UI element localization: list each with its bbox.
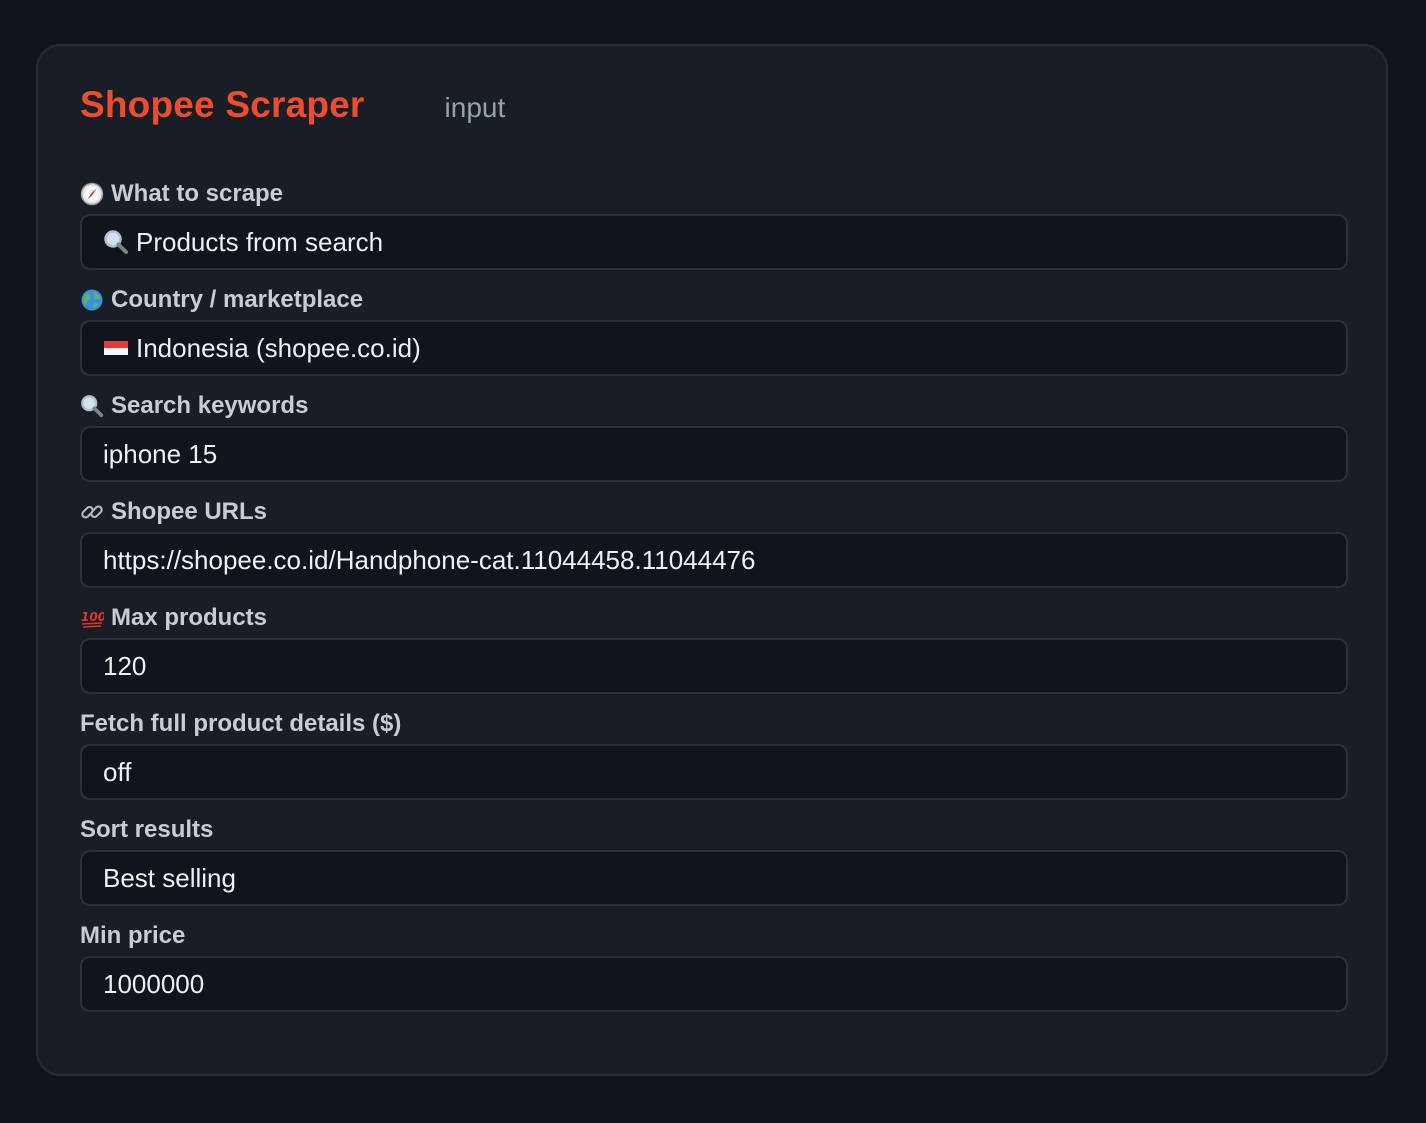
fetch-details-select[interactable]: off bbox=[80, 744, 1348, 800]
field-label: What to scrape bbox=[80, 178, 283, 210]
svg-text:100: 100 bbox=[81, 610, 104, 624]
field-label: 100 Max products bbox=[80, 602, 267, 634]
field-label-text: What to scrape bbox=[111, 180, 284, 207]
card-header: Shopee Scraper input bbox=[80, 84, 505, 126]
field-shopee-urls: Shopee URLs https://shopee.co.id/Handpho… bbox=[80, 494, 1348, 600]
field-label-text: Max products bbox=[111, 604, 268, 631]
field-label-text: Min price bbox=[80, 922, 186, 949]
magnifier-icon bbox=[103, 229, 129, 255]
field-label-text: Fetch full product details ($) bbox=[80, 710, 402, 737]
field-country: Country / marketplace Indonesia (shopee.… bbox=[80, 282, 1348, 388]
field-min-price: Min price 1000000 bbox=[80, 918, 1348, 1024]
field-search-keywords: Search keywords iphone 15 bbox=[80, 388, 1348, 494]
field-value: 1000000 bbox=[103, 968, 205, 999]
magnifier-icon bbox=[80, 394, 104, 418]
field-max-products: 100 Max products 120 bbox=[80, 600, 1348, 706]
hundred-points-icon: 100 bbox=[80, 606, 104, 630]
search-keywords-input[interactable]: iphone 15 bbox=[80, 426, 1348, 482]
field-label-text: Country / marketplace bbox=[111, 286, 364, 313]
link-icon bbox=[80, 500, 104, 524]
country-select[interactable]: Indonesia (shopee.co.id) bbox=[80, 320, 1348, 376]
max-products-input[interactable]: 120 bbox=[80, 638, 1348, 694]
field-value: off bbox=[103, 756, 132, 787]
shopee-urls-input[interactable]: https://shopee.co.id/Handphone-cat.11044… bbox=[80, 532, 1348, 588]
app-title: Shopee Scraper bbox=[80, 84, 365, 125]
input-fields: What to scrape Products from search Coun… bbox=[80, 176, 1348, 1024]
field-what-to-scrape: What to scrape Products from search bbox=[80, 176, 1348, 282]
field-value: 120 bbox=[103, 650, 147, 681]
globe-icon bbox=[80, 288, 104, 312]
section-subtitle: input bbox=[444, 92, 506, 123]
field-label: Sort results bbox=[80, 814, 213, 846]
field-label-text: Search keywords bbox=[111, 392, 309, 419]
field-label: Shopee URLs bbox=[80, 496, 267, 528]
field-value: Products from search bbox=[136, 226, 384, 257]
field-label: Search keywords bbox=[80, 390, 308, 422]
field-value: Indonesia (shopee.co.id) bbox=[136, 332, 421, 363]
field-label: Min price bbox=[80, 920, 185, 952]
indonesia-flag-icon bbox=[103, 335, 129, 361]
min-price-input[interactable]: 1000000 bbox=[80, 956, 1348, 1012]
field-label: Country / marketplace bbox=[80, 284, 363, 316]
field-value: iphone 15 bbox=[103, 438, 218, 469]
field-value: https://shopee.co.id/Handphone-cat.11044… bbox=[103, 544, 756, 575]
sort-results-select[interactable]: Best selling bbox=[80, 850, 1348, 906]
compass-icon bbox=[80, 182, 104, 206]
scraper-input-card: Shopee Scraper input What to scrape Prod… bbox=[36, 44, 1388, 1076]
field-label: Fetch full product details ($) bbox=[80, 708, 401, 740]
what-to-scrape-select[interactable]: Products from search bbox=[80, 214, 1348, 270]
field-fetch-details: Fetch full product details ($) off bbox=[80, 706, 1348, 812]
field-label-text: Sort results bbox=[80, 816, 214, 843]
field-label-text: Shopee URLs bbox=[111, 498, 268, 525]
field-sort-results: Sort results Best selling bbox=[80, 812, 1348, 918]
field-value: Best selling bbox=[103, 862, 236, 893]
